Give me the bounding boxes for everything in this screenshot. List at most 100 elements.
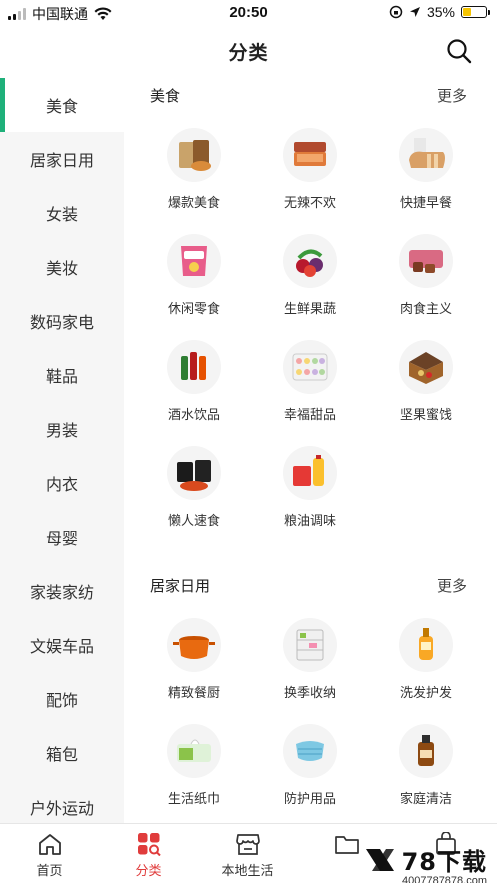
sidebar-item-label: 内衣 — [45, 477, 78, 494]
location-icon — [409, 7, 420, 17]
sidebar-item[interactable]: 家装家纺 — [0, 564, 124, 618]
sidebar-item[interactable]: 箱包 — [0, 726, 124, 780]
category-tile-label: 爆款美食 — [167, 195, 220, 210]
sidebar-item[interactable]: 户外运动 — [0, 780, 124, 823]
category-tile-label: 坚果蜜饯 — [399, 407, 452, 422]
category-tile[interactable]: 酒水饮品 — [136, 334, 252, 440]
category-tile-label: 幸福甜品 — [283, 407, 336, 422]
sidebar-item[interactable]: 配饰 — [0, 672, 124, 726]
watermark-main: 78下载 — [401, 848, 487, 876]
category-tile[interactable]: 洗发护发 — [368, 612, 484, 718]
category-tile-label: 换季收纳 — [283, 685, 336, 700]
snack-bag-icon — [167, 128, 221, 182]
pot-icon — [167, 618, 221, 672]
status-bar: 中国联通 20:50 35% — [0, 0, 497, 26]
storage-drawer-icon — [283, 618, 337, 672]
category-tile-label: 休闲零食 — [167, 301, 220, 316]
sidebar-item[interactable]: 内衣 — [0, 456, 124, 510]
spicy-meat-icon — [283, 128, 337, 182]
category-tile[interactable]: 休闲零食 — [136, 228, 252, 334]
tissue-icon — [167, 724, 221, 778]
category-tile-label: 快捷早餐 — [399, 195, 452, 210]
category-tile-label: 酒水饮品 — [167, 407, 220, 422]
oil-rice-icon — [283, 446, 337, 500]
category-tile-label: 肉食主义 — [399, 301, 452, 316]
category-tile-label: 精致餐厨 — [167, 685, 220, 700]
tab-local-life[interactable]: 本地生活 — [198, 824, 297, 883]
category-tile-label: 粮油调味 — [283, 513, 336, 528]
sidebar-item[interactable]: 母婴 — [0, 510, 124, 564]
category-tile[interactable]: 生活纸巾 — [136, 718, 252, 823]
sidebar-item-label: 箱包 — [45, 747, 78, 764]
category-tile-label: 生鲜果蔬 — [283, 301, 336, 316]
sidebar-item[interactable]: 居家日用 — [0, 132, 124, 186]
sidebar-item-label: 数码家电 — [29, 315, 94, 332]
rotation-lock-icon — [389, 5, 403, 19]
bottles-icon — [167, 340, 221, 394]
battery-icon — [461, 6, 490, 18]
category-tile[interactable]: 幸福甜品 — [252, 334, 368, 440]
sidebar-item[interactable]: 美食 — [0, 78, 124, 132]
folder-icon — [334, 836, 359, 854]
sidebar-item-label: 户外运动 — [29, 801, 94, 818]
tab-category[interactable]: 分类 — [99, 824, 198, 883]
sidebar-item[interactable]: 文娱车品 — [0, 618, 124, 672]
battery-percent: 35% — [426, 4, 455, 20]
category-tile[interactable]: 精致餐厨 — [136, 612, 252, 718]
category-icon — [137, 833, 161, 856]
status-right: 35% — [389, 4, 490, 20]
category-grid: 爆款美食 无辣不欢 快捷早餐休闲零食 生鲜果蔬 肉食主义酒水饮品 幸福甜品 坚果蜜饯懒人速食… — [124, 112, 497, 546]
category-tile-label: 无辣不欢 — [283, 195, 336, 210]
sidebar-item[interactable]: 数码家电 — [0, 294, 124, 348]
page-title: 分类 — [228, 42, 269, 64]
more-link[interactable]: 更多 — [437, 575, 467, 596]
sidebar-item-label: 母婴 — [45, 531, 78, 548]
macaron-icon — [283, 340, 337, 394]
mask-icon — [283, 724, 337, 778]
tab-home[interactable]: 首页 — [0, 824, 99, 883]
category-tile[interactable]: 坚果蜜饯 — [368, 334, 484, 440]
store-icon — [235, 834, 260, 855]
category-tile-label: 家庭清洁 — [399, 791, 452, 806]
category-tile[interactable]: 防护用品 — [252, 718, 368, 823]
category-tile-label: 防护用品 — [283, 791, 336, 806]
category-tile-label: 洗发护发 — [399, 685, 452, 700]
sidebar-item-label: 男装 — [45, 423, 78, 440]
category-tile[interactable]: 家庭清洁 — [368, 718, 484, 823]
category-tile[interactable]: 无辣不欢 — [252, 122, 368, 228]
watermark: 78下载 4007787878.com — [364, 842, 487, 883]
sidebar-item-label: 女装 — [45, 207, 78, 224]
section-header: 居家日用 更多 — [124, 568, 497, 602]
search-icon[interactable] — [445, 37, 473, 65]
category-tile[interactable]: 爆款美食 — [136, 122, 252, 228]
noodles-icon — [167, 446, 221, 500]
category-tile[interactable]: 粮油调味 — [252, 440, 368, 546]
section-header: 美食 更多 — [124, 78, 497, 112]
category-tile-label: 懒人速食 — [167, 513, 220, 528]
sidebar-item-label: 鞋品 — [45, 369, 78, 386]
bread-icon — [399, 128, 453, 182]
fruit-icon — [283, 234, 337, 288]
shampoo-icon — [399, 618, 453, 672]
tab-category-label: 分类 — [135, 863, 162, 878]
category-tile[interactable]: 肉食主义 — [368, 228, 484, 334]
sidebar-item[interactable]: 女装 — [0, 186, 124, 240]
watermark-sub: 4007787878.com — [401, 875, 487, 883]
watermark-logo-icon — [365, 848, 394, 871]
sidebar-item-label: 配饰 — [45, 693, 78, 710]
sidebar-item[interactable]: 美妆 — [0, 240, 124, 294]
battery-fill — [463, 8, 471, 16]
category-tile[interactable]: 换季收纳 — [252, 612, 368, 718]
page-header: 分类 — [0, 26, 497, 76]
category-tile[interactable]: 懒人速食 — [136, 440, 252, 546]
sidebar-item-label: 居家日用 — [29, 153, 94, 170]
sidebar-item[interactable]: 鞋品 — [0, 348, 124, 402]
category-tile[interactable]: 生鲜果蔬 — [252, 228, 368, 334]
more-link[interactable]: 更多 — [437, 85, 467, 106]
nuts-box-icon — [399, 340, 453, 394]
sidebar-item[interactable]: 男装 — [0, 402, 124, 456]
category-sidebar: 美食居家日用女装美妆数码家电鞋品男装内衣母婴家装家纺文娱车品配饰箱包户外运动 — [0, 78, 124, 823]
sidebar-item-label: 家装家纺 — [29, 585, 94, 602]
category-tile[interactable]: 快捷早餐 — [368, 122, 484, 228]
sidebar-item-label: 文娱车品 — [29, 639, 94, 656]
